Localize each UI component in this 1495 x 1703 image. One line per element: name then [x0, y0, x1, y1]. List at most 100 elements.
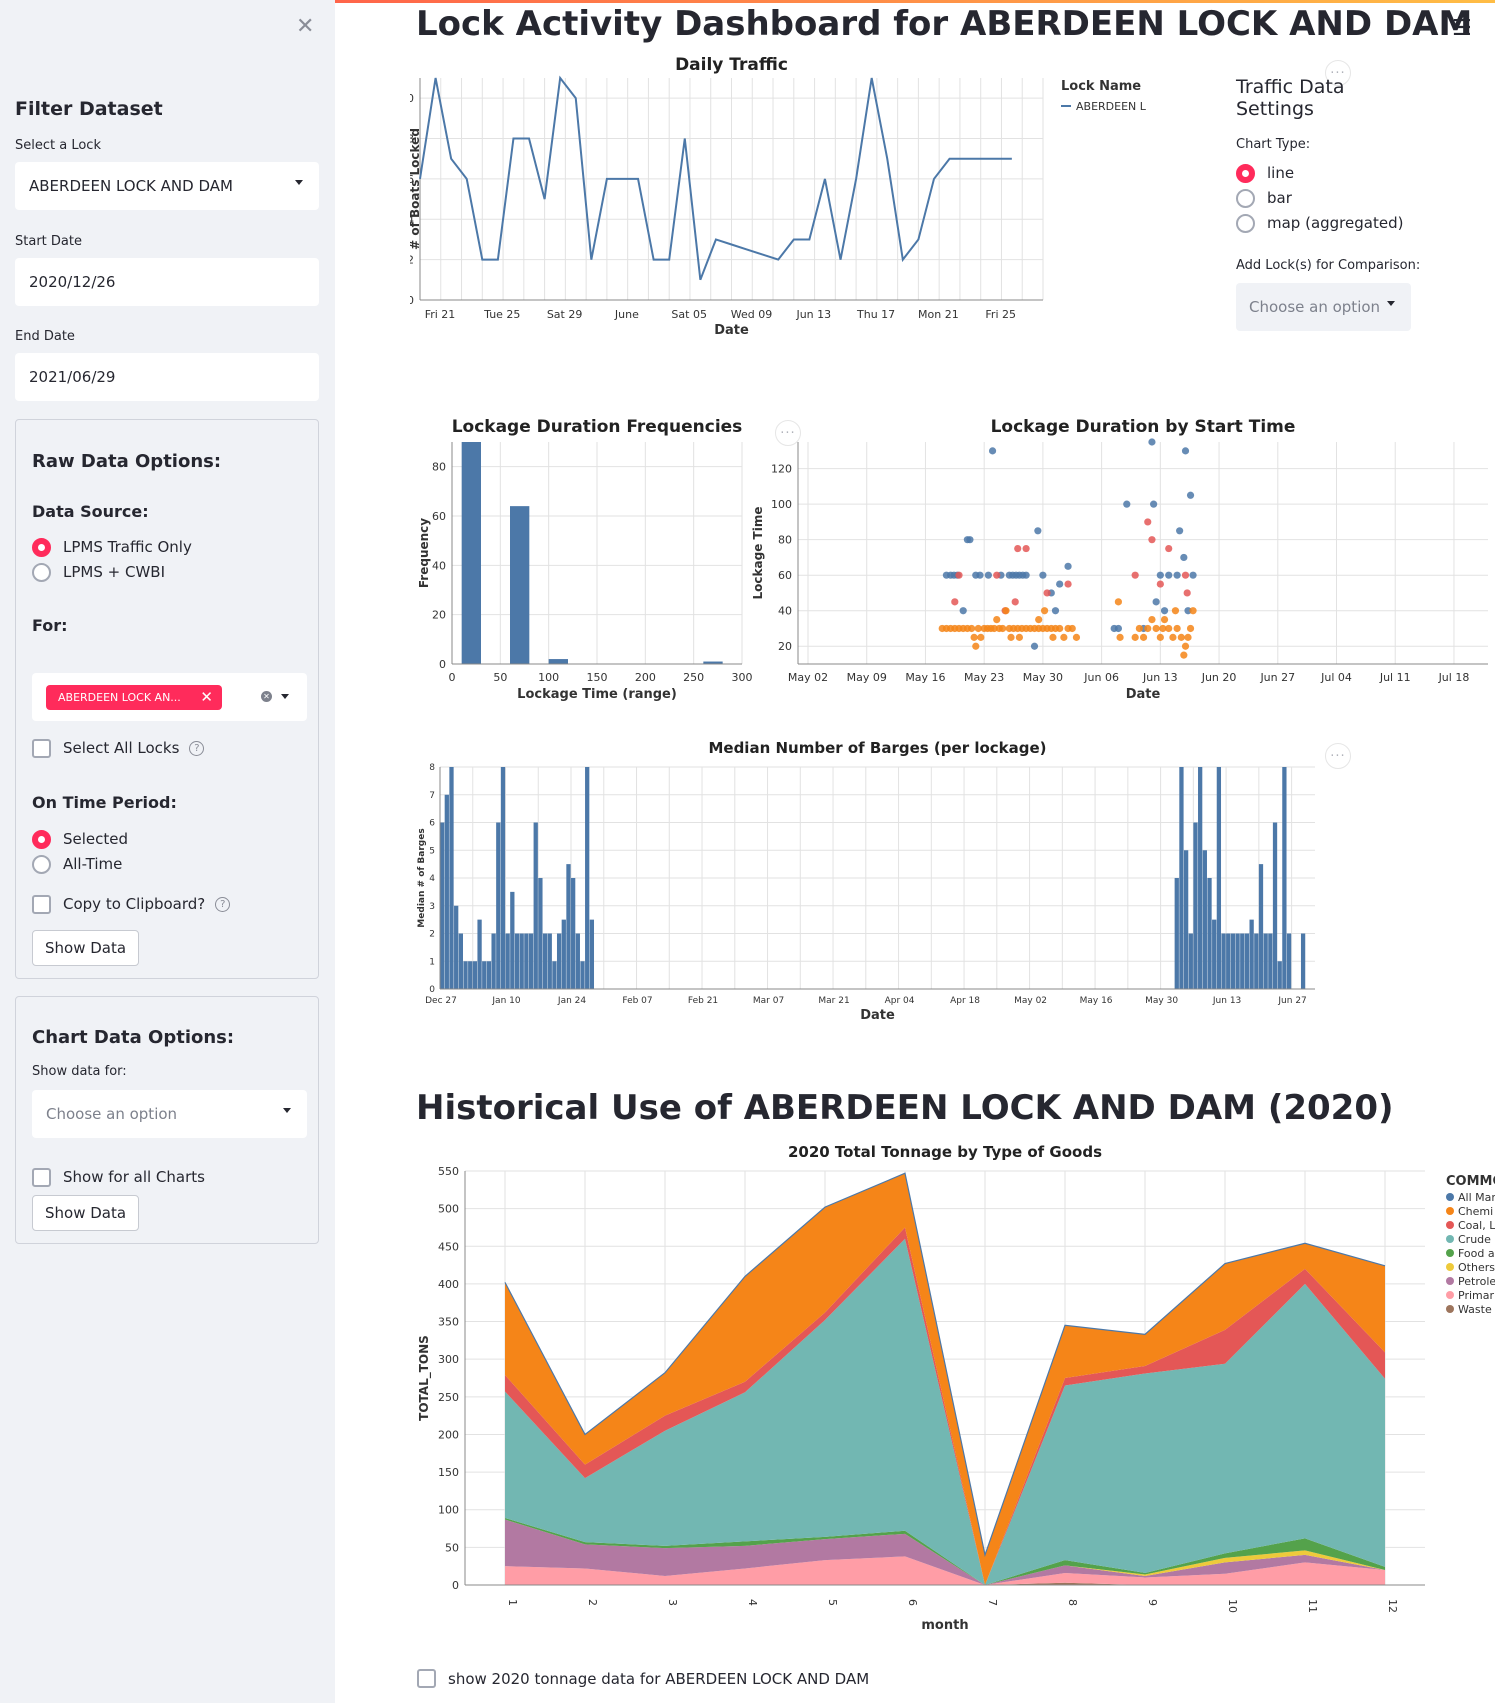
- x-tick-label: Mar 21: [818, 996, 849, 1006]
- select-all-locks-checkbox[interactable]: Select All Locks ?: [32, 738, 205, 758]
- x-tick-label: Jun 27: [1277, 996, 1306, 1006]
- barge-bar: [1282, 767, 1287, 989]
- scatter-point: [1131, 571, 1139, 579]
- clear-icon[interactable]: ✕: [261, 691, 272, 702]
- y-tick-label: 10: [410, 92, 414, 105]
- radio-lpms-traffic[interactable]: LPMS Traffic Only: [32, 537, 192, 557]
- legend-entry: Others: [1458, 1261, 1495, 1274]
- barge-bar: [556, 933, 562, 989]
- barge-bar: [1263, 933, 1268, 989]
- barge-bar: [440, 822, 445, 989]
- x-tick-label: 0: [449, 671, 456, 684]
- y-tick-label: 1: [429, 957, 435, 967]
- x-tick-label: June: [614, 308, 639, 321]
- barge-bar: [458, 933, 463, 989]
- x-tick-label: May 30: [1145, 996, 1178, 1006]
- legend-swatch: [1446, 1235, 1454, 1243]
- radio-chart-line[interactable]: line: [1236, 163, 1294, 183]
- scatter-point: [1144, 518, 1152, 526]
- scatter-point: [951, 598, 959, 606]
- barge-bar: [463, 961, 468, 989]
- hamburger-menu-icon[interactable]: ☰: [1452, 16, 1472, 41]
- scatter-point: [1043, 589, 1051, 597]
- radio-circle: [32, 829, 51, 849]
- compare-locks-select[interactable]: Choose an option: [1236, 283, 1411, 331]
- end-date-input[interactable]: 2021/06/29: [15, 353, 319, 401]
- remove-tag-icon[interactable]: ✕: [200, 688, 213, 706]
- scatter-point: [993, 571, 1001, 579]
- legend-entry: Chemi: [1458, 1205, 1493, 1218]
- scatter-point: [1056, 624, 1064, 633]
- chart-data-title: Chart Data Options:: [32, 1027, 235, 1048]
- x-tick-label: Wed 09: [731, 308, 772, 321]
- start-date-input[interactable]: 2020/12/26: [15, 258, 319, 306]
- scatter-point: [1039, 571, 1047, 579]
- chart-menu-icon[interactable]: ···: [1325, 743, 1351, 769]
- show-data-for-select[interactable]: Choose an option: [32, 1090, 307, 1138]
- scatter-point: [1160, 616, 1169, 624]
- legend-title: Lock Name: [1061, 79, 1141, 94]
- radio-chart-map[interactable]: map (aggregated): [1236, 213, 1403, 233]
- lock-multiselect[interactable]: ABERDEEN LOCK AN... ✕ ✕: [32, 673, 307, 721]
- close-sidebar-icon[interactable]: ✕: [296, 14, 314, 39]
- barge-bar: [1249, 919, 1254, 989]
- chart-title: Lockage Duration by Start Time: [991, 417, 1296, 437]
- show-tonnage-checkbox[interactable]: show 2020 tonnage data for ABERDEEN LOCK…: [417, 1669, 869, 1688]
- x-tick-label: 6: [906, 1599, 919, 1606]
- legend-entry: Crude: [1458, 1233, 1491, 1246]
- barge-bar: [486, 961, 492, 989]
- x-tick-label: 200: [635, 671, 656, 684]
- traffic-settings-title: Traffic Data Settings: [1236, 76, 1345, 120]
- scatter-point: [1015, 633, 1024, 641]
- radio-circle: [32, 854, 51, 874]
- scatter-point: [1173, 571, 1181, 579]
- help-icon[interactable]: ?: [215, 896, 231, 912]
- scatter-point: [1177, 633, 1185, 641]
- barge-bar: [444, 794, 449, 989]
- scatter-point: [977, 633, 985, 641]
- x-tick-label: 11: [1306, 1599, 1319, 1613]
- show-data-button[interactable]: Show Data: [32, 930, 140, 966]
- x-tick-label: May 09: [847, 671, 887, 684]
- radio-circle: [32, 537, 51, 557]
- lock-select[interactable]: ABERDEEN LOCK AND DAM: [15, 162, 319, 210]
- scatter-point: [1181, 447, 1190, 455]
- barge-bar: [1202, 850, 1207, 989]
- scatter-point: [1176, 527, 1184, 535]
- copy-clipboard-checkbox[interactable]: Copy to Clipboard? ?: [32, 894, 231, 914]
- scatter-point: [966, 536, 974, 544]
- x-tick-label: 3: [666, 1599, 679, 1606]
- scatter-point: [1135, 624, 1143, 633]
- chart-show-data-button[interactable]: Show Data: [32, 1195, 140, 1231]
- x-tick-label: Jun 13: [1212, 996, 1241, 1006]
- radio-chart-bar[interactable]: bar: [1236, 188, 1292, 208]
- x-tick-label: Jun 27: [1259, 671, 1295, 684]
- radio-lpms-cwbi[interactable]: LPMS + CWBI: [32, 562, 165, 582]
- barge-bar: [496, 822, 501, 989]
- help-icon[interactable]: ?: [189, 740, 205, 756]
- y-tick-label: 40: [432, 559, 446, 572]
- radio-all-time[interactable]: All-Time: [32, 854, 122, 874]
- radio-selected-period[interactable]: Selected: [32, 829, 128, 849]
- y-tick-label: 3: [429, 902, 435, 912]
- barge-bar: [477, 919, 482, 989]
- legend-swatch: [1446, 1249, 1454, 1257]
- barge-bar: [542, 933, 548, 989]
- scatter-point: [959, 607, 967, 615]
- y-tick-label: 60: [432, 510, 446, 523]
- tag-label: ABERDEEN LOCK AN...: [58, 691, 181, 704]
- y-tick-label: 60: [778, 569, 792, 582]
- scatter-point: [1152, 598, 1160, 606]
- median-barges-chart: Median Number of Barges (per lockage) 0 1 2…: [417, 739, 1315, 1023]
- x-tick-label: Jul 04: [1320, 671, 1352, 684]
- y-tick-label: 200: [438, 1428, 459, 1441]
- barge-bar: [1235, 933, 1240, 989]
- chart-title: 2020 Total Tonnage by Type of Goods: [788, 1143, 1102, 1161]
- radio-label: LPMS Traffic Only: [63, 538, 192, 556]
- x-tick-label: Sat 05: [671, 308, 707, 321]
- y-tick-label: 0: [439, 658, 446, 671]
- x-tick-label: Jan 24: [557, 996, 586, 1006]
- show-all-charts-checkbox[interactable]: Show for all Charts: [32, 1167, 205, 1187]
- barge-bar: [1183, 850, 1189, 989]
- y-tick-label: 4: [429, 874, 435, 884]
